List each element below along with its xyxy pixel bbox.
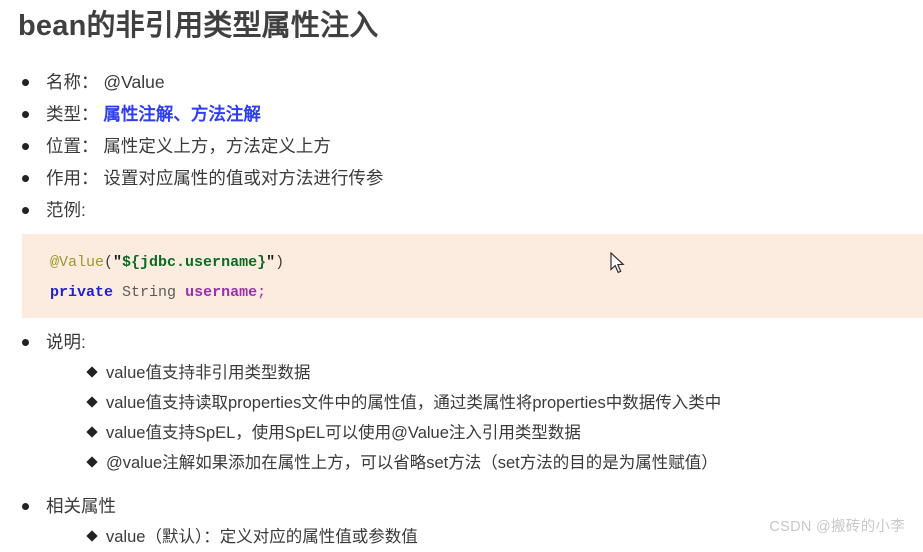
section-description: 说明: value值支持非引用类型数据 value值支持读取properties… — [0, 326, 923, 478]
list-item-label: 位置： — [46, 136, 99, 156]
watermark: CSDN @搬砖的小李 — [769, 519, 905, 535]
code-token-close-paren: ) — [275, 254, 285, 271]
list-item-label: 类型： — [46, 104, 99, 124]
list-item-text: @value注解如果添加在属性上方，可以省略set方法（set方法的目的是为属性… — [106, 454, 718, 472]
list-item: 位置： 属性定义上方，方法定义上方 — [0, 130, 923, 162]
list-item-label: 名称： — [46, 72, 99, 92]
list-item-example-heading: 范例: — [0, 194, 923, 226]
code-token-annotation: @Value — [50, 254, 105, 271]
bullet-diamond-icon — [86, 396, 98, 408]
list-item-value: @Value — [103, 72, 165, 92]
list-item: value值支持读取properties文件中的属性值，通过类属性将proper… — [0, 388, 923, 418]
bullet-dot-icon — [22, 175, 29, 182]
list-item: value值支持非引用类型数据 — [0, 358, 923, 388]
bullet-diamond-icon — [86, 456, 98, 468]
code-token-string: ${jdbc.username} — [122, 254, 267, 271]
list-item: 作用： 设置对应属性的值或对方法进行传参 — [0, 162, 923, 194]
bullet-dot-icon — [22, 143, 29, 150]
code-token-semicolon: ; — [257, 284, 267, 301]
bullet-dot-icon — [22, 339, 29, 346]
code-block: @Value("${jdbc.username}") private Strin… — [22, 234, 923, 318]
code-token-close-quote: " — [266, 254, 276, 271]
list-item-value-highlighted: 属性注解、方法注解 — [103, 104, 261, 124]
page-title: bean的非引用类型属性注入 — [18, 10, 379, 42]
list-item-text: value值支持非引用类型数据 — [106, 364, 311, 382]
bullet-diamond-icon — [86, 530, 98, 542]
list-item-text: value值支持SpEL，使用SpEL可以使用@Value注入引用类型数据 — [106, 424, 581, 442]
list-item-text: value值支持读取properties文件中的属性值，通过类属性将proper… — [106, 394, 722, 412]
section-heading: 说明: — [0, 326, 923, 358]
attribute-bullet-list: 名称： @Value 类型： 属性注解、方法注解 位置： 属性定义上方，方法定义… — [0, 66, 923, 226]
list-item-label: 范例: — [46, 200, 86, 220]
code-line: private String username; — [50, 278, 923, 308]
list-item-value: 设置对应属性的值或对方法进行传参 — [103, 168, 384, 188]
section-heading-label: 相关属性 — [46, 496, 116, 516]
code-token-keyword: private — [50, 284, 114, 301]
list-item: 名称： @Value — [0, 66, 923, 98]
list-item: @value注解如果添加在属性上方，可以省略set方法（set方法的目的是为属性… — [0, 448, 923, 478]
code-line: @Value("${jdbc.username}") — [50, 248, 923, 278]
list-item: 类型： 属性注解、方法注解 — [0, 98, 923, 130]
code-token-open-paren: ( — [104, 254, 114, 271]
code-token-variable: username — [185, 284, 258, 301]
slide-canvas: bean的非引用类型属性注入 名称： @Value 类型： 属性注解、方法注解 … — [0, 0, 923, 546]
bullet-dot-icon — [22, 207, 29, 214]
section-heading-label: 说明: — [46, 332, 86, 352]
code-token-open-quote: " — [113, 254, 123, 271]
bullet-dot-icon — [22, 79, 29, 86]
list-item-label: 作用： — [46, 168, 99, 188]
code-token-type: String — [122, 284, 177, 301]
list-item-value: 属性定义上方，方法定义上方 — [103, 136, 331, 156]
bullet-diamond-icon — [86, 366, 98, 378]
bullet-diamond-icon — [86, 426, 98, 438]
list-item: value值支持SpEL，使用SpEL可以使用@Value注入引用类型数据 — [0, 418, 923, 448]
list-item-text: value（默认）：定义对应的属性值或参数值 — [106, 528, 418, 546]
bullet-dot-icon — [22, 503, 29, 510]
bullet-dot-icon — [22, 111, 29, 118]
